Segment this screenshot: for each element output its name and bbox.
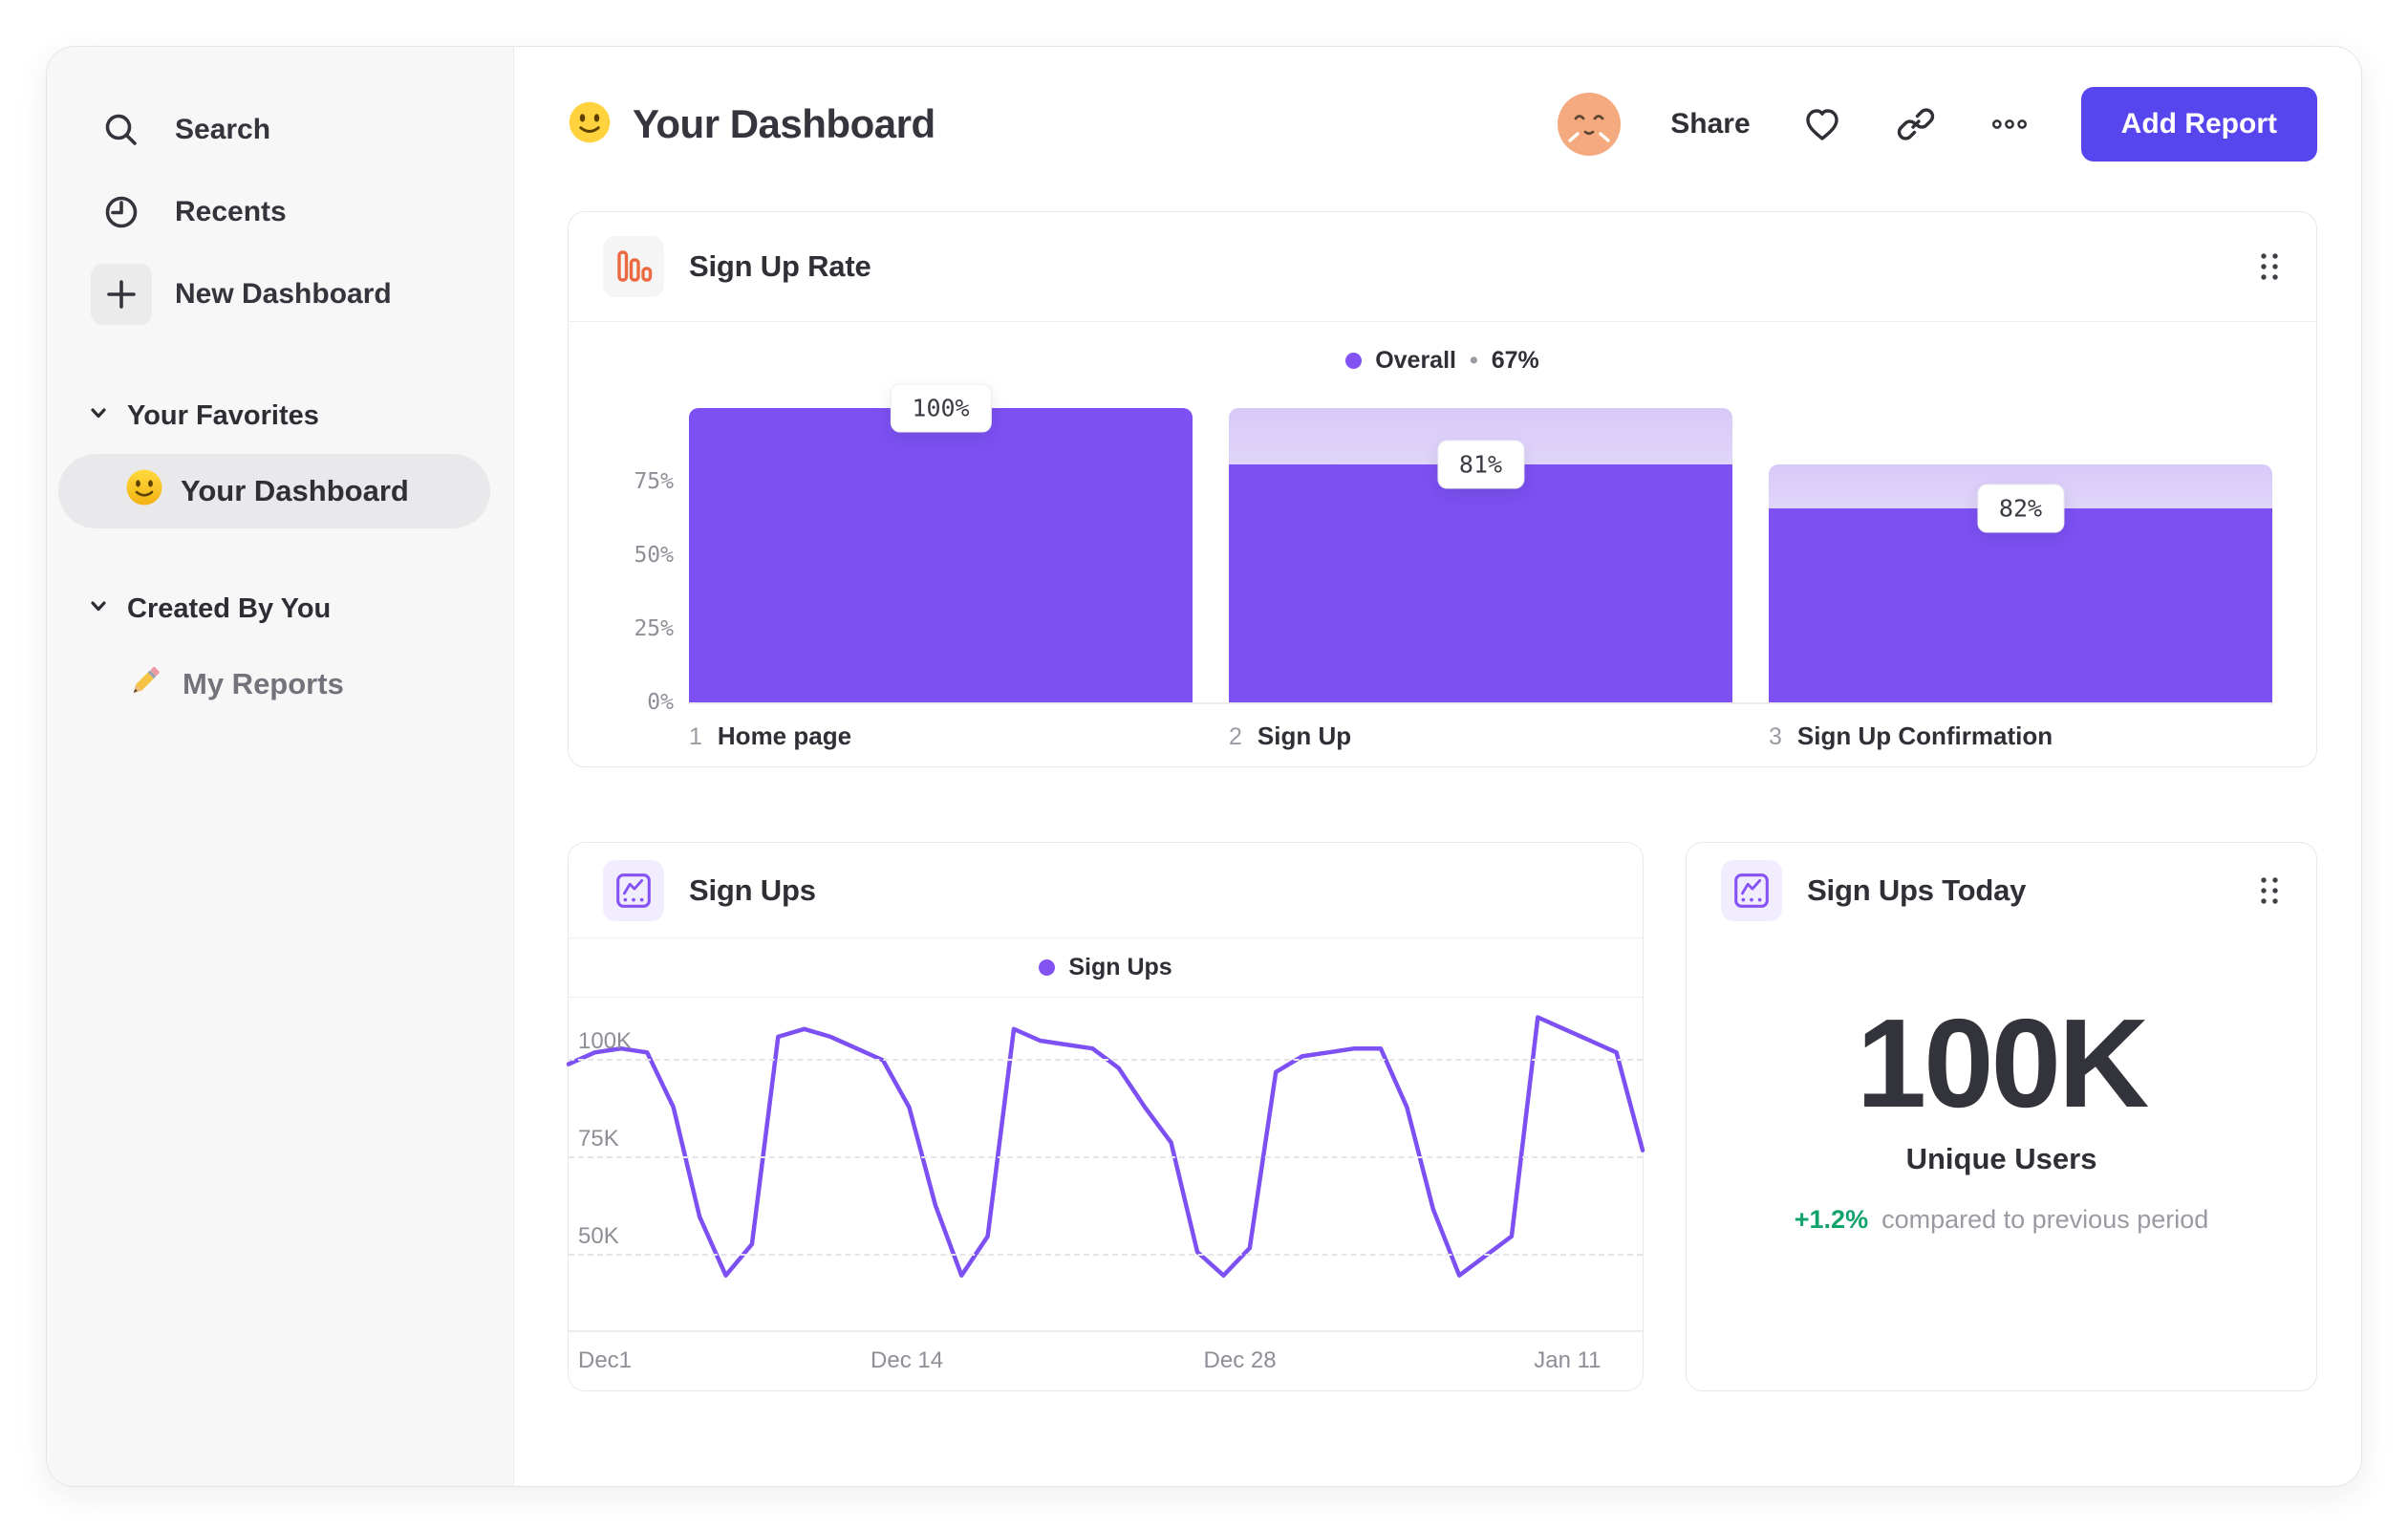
funnel-percent-badge: 81% (1436, 440, 1525, 489)
sidebar: Search Recents New Dashboard Your Favori… (47, 47, 514, 1486)
card-title: Sign Ups Today (1807, 873, 2027, 907)
card-title: Sign Up Rate (689, 249, 871, 283)
sidebar-item-your-dashboard[interactable]: Your Dashboard (58, 454, 490, 528)
funnel-y-tick: 75% (634, 469, 674, 494)
section-label: Created By You (127, 592, 332, 624)
legend-separator: • (1469, 346, 1478, 374)
sidebar-item-search[interactable]: Search (47, 89, 513, 171)
bar-chart-icon (603, 236, 664, 297)
sidebar-item-label: New Dashboard (175, 278, 392, 310)
sidebar-item-my-reports[interactable]: My Reports (58, 647, 490, 721)
gridline (569, 1058, 1644, 1061)
metric-value: 100K (1856, 993, 2150, 1133)
clock-icon (91, 182, 152, 243)
metric-label: Unique Users (1905, 1142, 2097, 1176)
step-name: Sign Up (1257, 721, 1352, 750)
signups-card: Sign Ups Sign Ups 100K 75K 50K Dec1 Dec 14 D… (566, 842, 1645, 1391)
section-label: Your Favorites (127, 399, 319, 431)
line-chart-icon (1721, 860, 1783, 921)
funnel-percent-badge: 100% (890, 383, 992, 433)
user-avatar[interactable] (1558, 93, 1622, 156)
signup-rate-card: Sign Up Rate Overall • 67% 75% 50% 25% 0% 10… (568, 211, 2317, 767)
line-x-tick: Dec 14 (871, 1347, 944, 1373)
line-legend[interactable]: Sign Ups (569, 938, 1644, 998)
funnel-percent-badge: 82% (1976, 484, 2065, 533)
metric-delta-note: compared to previous period (1881, 1205, 2209, 1235)
funnel-solid-segment (1229, 463, 1732, 702)
step-name: Sign Up Confirmation (1796, 721, 2053, 750)
step-number: 2 (1229, 723, 1242, 750)
signups-today-card: Sign Ups Today 100K Unique Users +1.2% c… (1686, 842, 2317, 1391)
sidebar-item-label: Your Dashboard (181, 474, 409, 507)
funnel-step-label: 3 Sign Up Confirmation (1769, 721, 2272, 751)
funnel-solid-segment (689, 408, 1193, 702)
signups-series-line (566, 1015, 1645, 1278)
more-dots-icon[interactable] (1988, 102, 2032, 146)
metric-delta-row: +1.2% compared to previous period (1795, 1205, 2209, 1235)
funnel-chart: 75% 50% 25% 0% 100% 81% 82% (634, 383, 2272, 715)
card-title: Sign Ups (689, 872, 816, 907)
step-name: Home page (717, 721, 852, 750)
line-y-tick: 75K (578, 1125, 619, 1152)
line-x-axis: Dec1 Dec 14 Dec 28 Jan 11 (569, 1330, 1644, 1389)
funnel-step-label: 2 Sign Up (1229, 721, 1732, 751)
sidebar-item-new-dashboard[interactable]: New Dashboard (47, 253, 513, 335)
link-icon[interactable] (1894, 102, 1938, 146)
funnel-step-label: 1 Home page (689, 721, 1193, 751)
smiley-emoji (568, 100, 612, 149)
line-x-tick: Jan 11 (1534, 1347, 1602, 1373)
sidebar-item-label: My Reports (183, 667, 344, 700)
line-x-tick: Dec 28 (1203, 1347, 1277, 1373)
line-chart-icon (603, 859, 664, 921)
sidebar-item-label: Recents (175, 196, 287, 227)
metric-delta: +1.2% (1794, 1205, 1869, 1235)
smiley-emoji (125, 468, 163, 514)
funnel-y-tick: 0% (647, 690, 674, 715)
funnel-solid-segment (1769, 507, 2272, 702)
legend-dot (1039, 959, 1056, 976)
plus-icon (91, 264, 152, 325)
page-header: Your Dashboard Share Add Report (568, 83, 2317, 165)
funnel-bar-home-page[interactable]: 100% (689, 383, 1193, 702)
funnel-legend[interactable]: Overall • 67% (569, 337, 2316, 383)
line-x-tick: Dec1 (578, 1347, 633, 1373)
line-y-tick: 50K (578, 1223, 619, 1250)
funnel-bar-sign-up-confirmation[interactable]: 82% (1769, 408, 2272, 702)
step-number: 3 (1769, 723, 1782, 750)
add-report-button[interactable]: Add Report (2080, 87, 2317, 162)
funnel-y-tick: 25% (634, 616, 674, 641)
signups-line-chart[interactable]: 100K 75K 50K (566, 998, 1645, 1330)
legend-value: 67% (1491, 346, 1539, 374)
search-icon (91, 99, 152, 161)
main-content: Your Dashboard Share Add Report Sign Up … (514, 47, 2361, 1486)
sidebar-item-label: Search (175, 114, 271, 145)
chevron-down-icon (87, 400, 110, 432)
legend-label: Sign Ups (1068, 954, 1172, 980)
drag-handle-icon[interactable] (2257, 872, 2282, 910)
chevron-down-icon (87, 593, 110, 625)
sidebar-section-created-by-you[interactable]: Created By You (47, 580, 513, 637)
legend-dot (1345, 352, 1363, 369)
sidebar-item-recents[interactable]: Recents (47, 171, 513, 253)
share-button[interactable]: Share (1670, 108, 1750, 140)
app-window: Search Recents New Dashboard Your Favori… (46, 46, 2362, 1487)
gridline (569, 1155, 1644, 1158)
legend-label: Overall (1375, 346, 1456, 374)
gridline (569, 1254, 1644, 1257)
heart-icon[interactable] (1800, 102, 1844, 146)
page-title: Your Dashboard (633, 101, 935, 146)
line-y-tick: 100K (578, 1027, 633, 1054)
funnel-y-tick: 50% (634, 543, 674, 568)
drag-handle-icon[interactable] (2257, 248, 2282, 286)
funnel-bar-sign-up[interactable]: 81% (1229, 408, 1732, 702)
sidebar-section-your-favorites[interactable]: Your Favorites (47, 387, 513, 444)
step-number: 1 (689, 723, 702, 750)
pencil-emoji (125, 660, 165, 708)
funnel-step-labels: 1 Home page 2 Sign Up 3 Sign Up Confirmation (689, 721, 2272, 751)
signups-line-svg (566, 1015, 1645, 1278)
